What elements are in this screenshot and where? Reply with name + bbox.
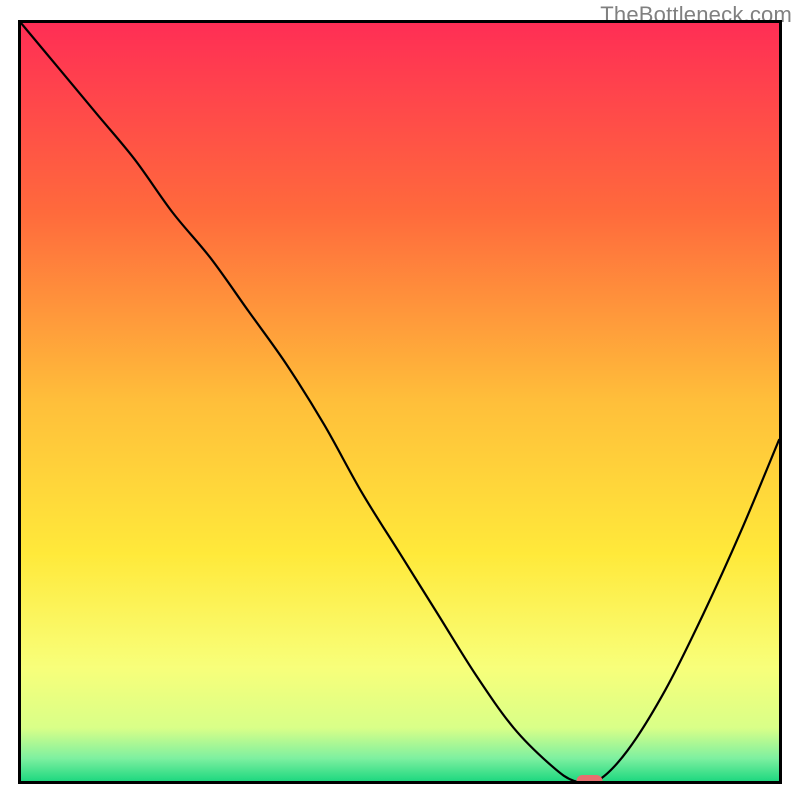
chart-background-gradient [21, 23, 779, 781]
chart-container [18, 20, 782, 784]
chart-svg [18, 20, 782, 784]
